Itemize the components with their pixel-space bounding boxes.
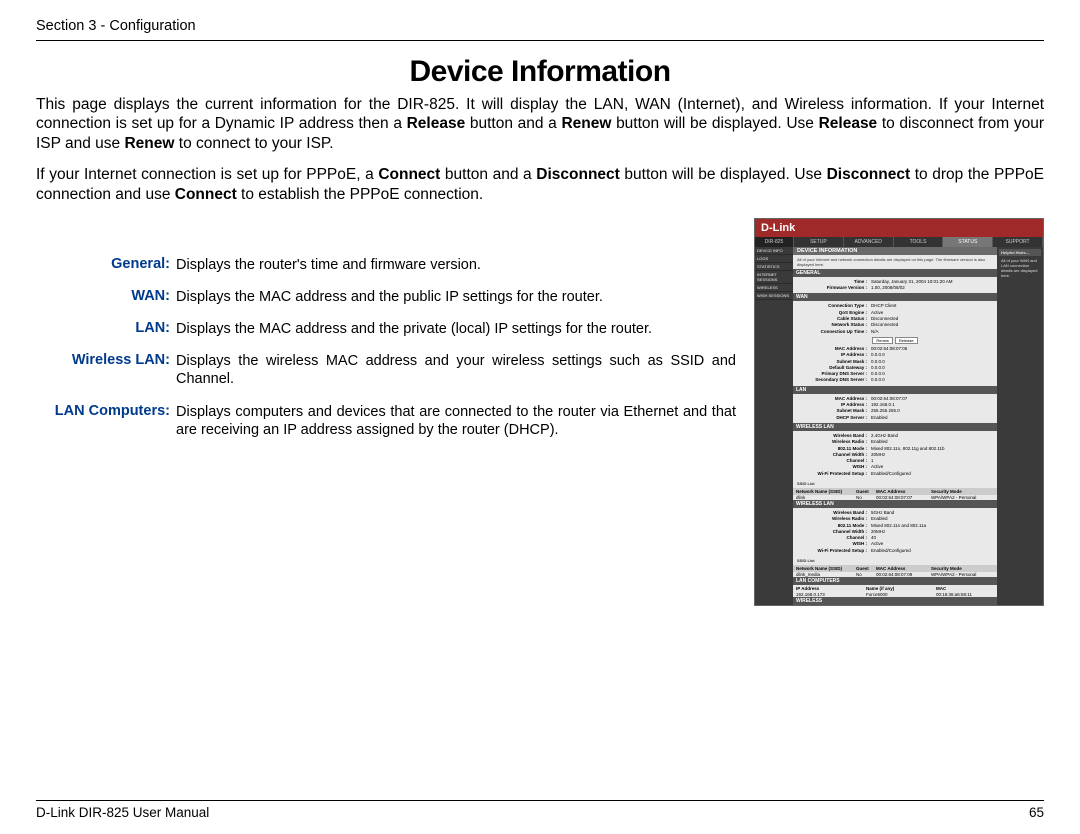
tab-advanced[interactable]: ADVANCED [844,237,894,247]
intro-paragraph-2: If your Internet connection is set up fo… [36,165,1044,204]
tab-status[interactable]: STATUS [943,237,993,247]
side-nav: DEVICE INFO LOGS STATISTICS INTERNET SES… [755,247,793,605]
def-desc-general: Displays the router's time and firmware … [172,256,736,274]
ssid-list-label-1: SSID List [793,479,997,488]
wlan1-header: WIRELESS LAN [793,423,997,431]
brand-logo: D-Link [755,219,1043,237]
panel-desc: All of your Internet and network connect… [793,255,997,269]
router-ui-screenshot: D-Link DIR-825 SETUP ADVANCED TOOLS STAT… [754,218,1044,606]
def-term-lan: LAN: [36,320,172,338]
section-header: Section 3 - Configuration [36,18,1044,34]
lan-header: LAN [793,386,997,394]
wlan2-header: WIRELESS LAN [793,500,997,508]
page-title: Device Information [36,55,1044,89]
lancomp-header: LAN COMPUTERS [793,577,997,585]
side-wish-sessions[interactable]: WISH SESSIONS [755,292,793,300]
release-button[interactable]: Release [895,337,918,344]
main-panel: DEVICE INFORMATION All of your Internet … [793,247,997,605]
def-term-wan: WAN: [36,288,172,306]
def-desc-lancomp: Displays computers and devices that are … [172,403,736,439]
renew-button[interactable]: Renew [872,337,892,344]
side-device-info[interactable]: DEVICE INFO [755,247,793,255]
panel-title: DEVICE INFORMATION [793,247,997,255]
definition-list: General:Displays the router's time and f… [36,256,736,606]
wan-header: WAN [793,293,997,301]
def-term-wlan: Wireless LAN: [36,352,172,388]
def-desc-wan: Displays the MAC address and the public … [172,288,736,306]
model-label: DIR-825 [755,237,794,247]
def-term-general: General: [36,256,172,274]
wireless-igmp-header: WIRELESS [793,597,997,605]
side-logs[interactable]: LOGS [755,255,793,263]
def-desc-lan: Displays the MAC address and the private… [172,320,736,338]
general-header: GENERAL [793,269,997,277]
tab-support[interactable]: SUPPORT [993,237,1043,247]
tab-tools[interactable]: TOOLS [894,237,944,247]
ssid-list-label-2: SSID List [793,556,997,565]
side-internet-sessions[interactable]: INTERNET SESSIONS [755,271,793,284]
helpful-hints: Helpful Hints… All of your WAN and LAN c… [997,247,1043,605]
footer-rule [36,800,1044,801]
header-rule [36,40,1044,41]
side-wireless[interactable]: WIRELESS [755,284,793,292]
def-desc-wlan: Displays the wireless MAC address and yo… [172,352,736,388]
def-term-lancomp: LAN Computers: [36,403,172,439]
top-tabs: DIR-825 SETUP ADVANCED TOOLS STATUS SUPP… [755,237,1043,247]
tab-setup[interactable]: SETUP [794,237,844,247]
side-statistics[interactable]: STATISTICS [755,263,793,271]
footer-page-number: 65 [1029,805,1044,820]
intro-paragraph-1: This page displays the current informati… [36,95,1044,153]
footer-manual-title: D-Link DIR-825 User Manual [36,805,209,820]
page-footer: D-Link DIR-825 User Manual 65 [36,800,1044,820]
